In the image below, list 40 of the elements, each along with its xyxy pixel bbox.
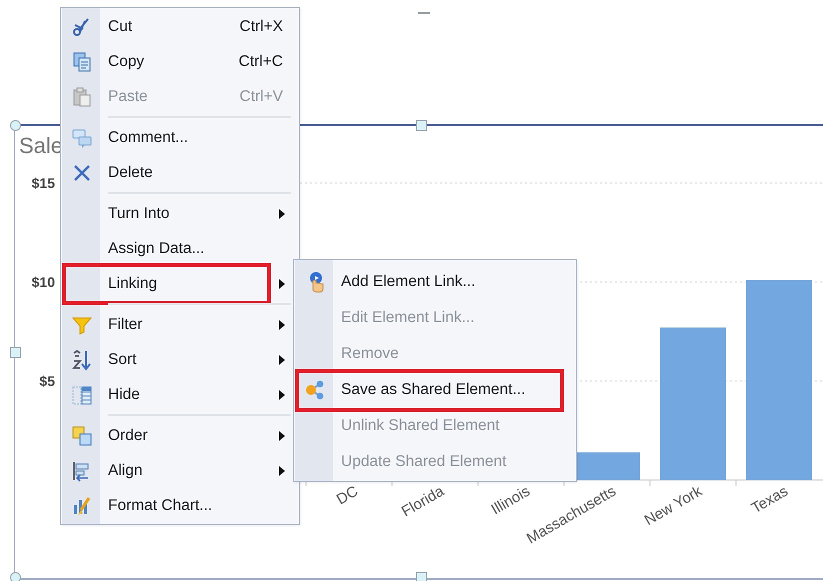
share-icon [304,379,326,401]
resize-handle[interactable] [416,120,427,131]
axis-category-label: Texas [748,482,791,518]
submenu-arrow-icon [279,430,285,440]
chart-title: Sale [19,133,64,158]
resize-handle[interactable] [10,120,21,131]
menu-item[interactable]: Assign Data... [61,231,299,266]
shortcut-label: Ctrl+X [240,18,283,36]
dash-mark [418,12,430,14]
submenu-arrow-icon [279,320,285,330]
resize-handle[interactable] [416,572,427,581]
axis-tick-label: $5 [39,373,55,389]
copy-icon [71,50,93,72]
menu-item[interactable]: Cut Ctrl+X [61,9,299,44]
menu-item[interactable]: Format Chart... [61,488,299,523]
axis-category-label: DC [334,482,361,508]
clipboard-icon [71,86,93,108]
axis-tick-label: $15 [32,175,55,191]
submenu-arrow-icon [279,208,285,218]
shortcut-label: Ctrl+V [240,88,283,106]
comment-icon [71,126,93,148]
menu-item[interactable]: Add Element Link... [294,264,576,300]
chart-brush-icon [71,494,93,516]
menu-item[interactable]: Comment... [61,120,299,155]
submenu-arrow-icon [279,390,285,400]
axis-tick-label: $10 [32,274,55,290]
resize-handle[interactable] [10,347,21,358]
menu-item[interactable]: Turn Into [61,196,299,231]
submenu-arrow-icon [279,354,285,364]
shortcut-label: Ctrl+C [238,52,283,70]
sort-icon [71,348,93,370]
menu-item[interactable]: Delete [61,155,299,190]
axis-category-label: New York [642,482,705,530]
submenu-arrow-icon [279,466,285,476]
bar [574,452,640,480]
layers-icon [71,424,93,446]
submenu-arrow-icon [279,278,285,288]
resize-handle[interactable] [10,572,21,581]
menu-item[interactable]: Copy Ctrl+C [61,44,299,79]
table-icon [71,384,93,406]
